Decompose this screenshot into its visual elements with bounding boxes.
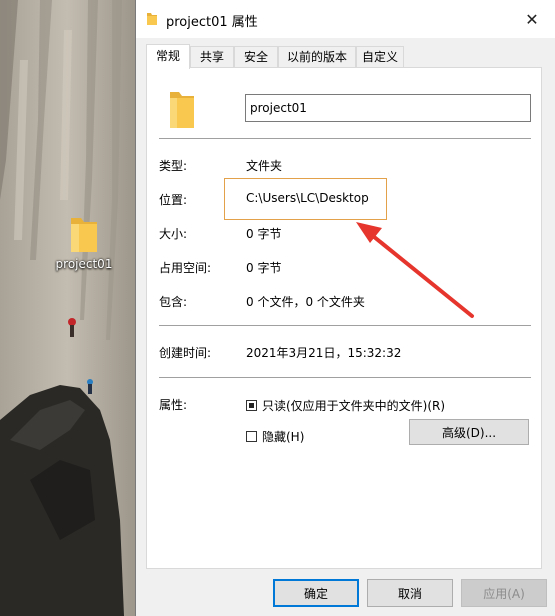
- readonly-checkbox-row[interactable]: 只读(仅应用于文件夹中的文件)(R): [246, 397, 445, 414]
- tab-sharing[interactable]: 共享: [190, 46, 234, 67]
- divider: [159, 138, 531, 139]
- size-on-disk-value: 0 字节: [246, 261, 282, 275]
- tab-customize[interactable]: 自定义: [356, 46, 404, 67]
- desktop-folder-shortcut[interactable]: project01: [52, 214, 116, 271]
- contains-value: 0 个文件，0 个文件夹: [246, 295, 365, 309]
- created-label: 创建时间:: [159, 346, 212, 360]
- size-label: 大小:: [159, 227, 188, 241]
- readonly-label: 只读(仅应用于文件夹中的文件)(R): [262, 399, 446, 413]
- divider: [159, 325, 531, 326]
- readonly-checkbox[interactable]: [246, 400, 257, 411]
- folder-icon: [147, 13, 157, 25]
- properties-dialog: project01 属性 ✕ 常规 共享 安全 以前的版本 自定义 类型: 文件…: [135, 0, 555, 616]
- hidden-checkbox-row[interactable]: 隐藏(H): [246, 428, 304, 445]
- divider: [159, 377, 531, 378]
- attributes-label: 属性:: [159, 398, 188, 412]
- created-value: 2021年3月21日，15:32:32: [246, 346, 402, 360]
- window-title: project01 属性: [166, 15, 258, 30]
- type-label: 类型:: [159, 159, 188, 173]
- folder-icon: [170, 92, 194, 128]
- advanced-button[interactable]: 高级(D)...: [409, 419, 529, 445]
- location-value: C:\Users\LC\Desktop: [246, 191, 369, 205]
- size-value: 0 字节: [246, 227, 282, 241]
- cliff-photo: [0, 0, 135, 616]
- title-bar[interactable]: project01 属性 ✕: [136, 0, 555, 38]
- tab-previous-versions[interactable]: 以前的版本: [278, 46, 356, 67]
- hidden-label: 隐藏(H): [262, 430, 305, 444]
- folder-icon: [71, 218, 97, 252]
- hidden-checkbox[interactable]: [246, 431, 257, 442]
- tab-security[interactable]: 安全: [234, 46, 278, 67]
- climber-red: [68, 318, 76, 326]
- cancel-button[interactable]: 取消: [367, 579, 453, 607]
- desktop-wallpaper: [0, 0, 135, 616]
- folder-name-input[interactable]: [245, 94, 531, 122]
- type-value: 文件夹: [246, 159, 283, 173]
- tab-general[interactable]: 常规: [146, 44, 190, 69]
- close-icon: ✕: [525, 9, 539, 29]
- desktop-folder-label: project01: [55, 257, 113, 271]
- close-button[interactable]: ✕: [509, 0, 555, 38]
- apply-button[interactable]: 应用(A): [461, 579, 547, 607]
- size-on-disk-label: 占用空间:: [159, 261, 212, 275]
- general-panel: 类型: 文件夹 位置: C:\Users\LC\Desktop 大小: 0 字节…: [146, 67, 542, 569]
- contains-label: 包含:: [159, 295, 188, 309]
- location-label: 位置:: [159, 193, 188, 207]
- ok-button[interactable]: 确定: [273, 579, 359, 607]
